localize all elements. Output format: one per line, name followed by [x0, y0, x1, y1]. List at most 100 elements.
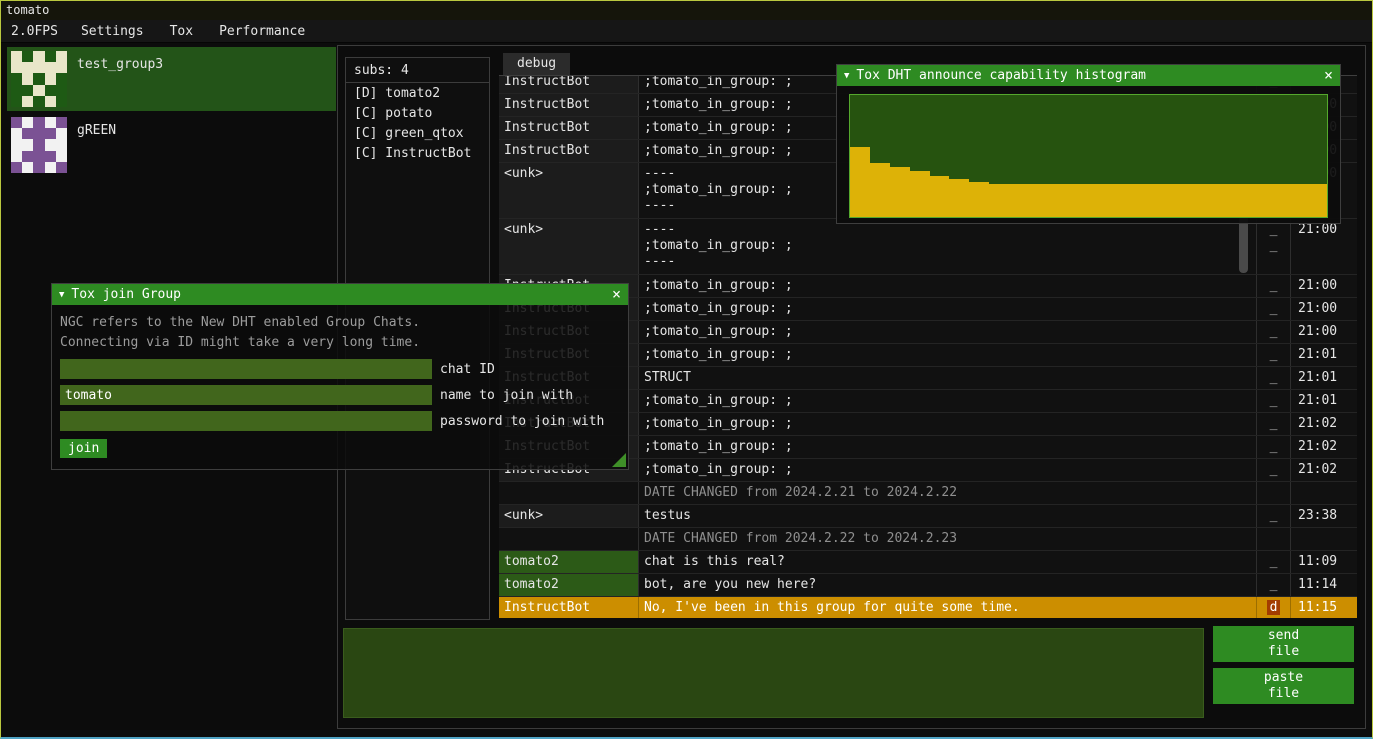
histogram-bar — [1089, 184, 1109, 217]
menu-item-performance[interactable]: Performance — [206, 20, 318, 42]
message-status: d — [1257, 597, 1291, 618]
group-name: gREEN — [77, 123, 116, 173]
group-item[interactable]: test_group3 — [7, 47, 336, 111]
close-icon[interactable]: × — [612, 284, 621, 305]
histogram-bar — [910, 171, 930, 217]
message-timestamp: 23:38 — [1291, 505, 1357, 527]
message-sender: tomato2 — [499, 551, 639, 573]
menu-item-settings[interactable]: Settings — [68, 20, 157, 42]
message-text: chat is this real? — [639, 551, 1257, 573]
message-status: _ _ — [1257, 413, 1291, 435]
histogram-bar — [1208, 184, 1228, 217]
message-status — [1257, 482, 1291, 504]
message-timestamp: 11:14 — [1291, 574, 1357, 596]
message-text: testus — [639, 505, 1257, 527]
ngc-info-line-2: Connecting via ID might take a very long… — [60, 333, 620, 353]
histogram-bar — [1029, 184, 1049, 217]
ngc-info-line-1: NGC refers to the New DHT enabled Group … — [60, 313, 620, 333]
histogram-bar — [930, 176, 950, 217]
message-sender: tomato2 — [499, 574, 639, 596]
message-timestamp: 21:02 — [1291, 436, 1357, 458]
message-text: STRUCT — [639, 367, 1257, 389]
delivery-indicator: d — [1267, 600, 1281, 615]
join-name-input[interactable] — [60, 385, 432, 405]
histogram-bar — [949, 179, 969, 217]
send-file-button[interactable]: send file — [1213, 626, 1354, 662]
message-sender: InstructBot — [499, 597, 639, 618]
histogram-bar — [1287, 184, 1307, 217]
chat-row[interactable]: tomato2chat is this real?_ _11:09 — [499, 551, 1357, 574]
subs-item[interactable]: [C] InstructBot — [346, 143, 489, 163]
histogram-bars — [850, 95, 1327, 217]
message-timestamp: 21:01 — [1291, 390, 1357, 412]
group-item[interactable]: gREEN — [7, 113, 336, 177]
histogram-window-titlebar[interactable]: ▼ Tox DHT announce capability histogram … — [837, 65, 1340, 86]
message-status: _ _ — [1257, 505, 1291, 527]
chat-row[interactable]: DATE CHANGED from 2024.2.22 to 2024.2.23 — [499, 528, 1357, 551]
message-timestamp — [1291, 528, 1357, 550]
message-status: _ _ — [1257, 459, 1291, 481]
histogram-bar — [1228, 184, 1248, 217]
histogram-bar — [1168, 184, 1188, 217]
subs-item[interactable]: [D] tomato2 — [346, 83, 489, 103]
window-titlebar: tomato — [1, 1, 1372, 20]
message-timestamp: 11:15 — [1291, 597, 1357, 618]
menu-item-tox[interactable]: Tox — [157, 20, 206, 42]
message-timestamp: 11:09 — [1291, 551, 1357, 573]
message-status: _ _ — [1257, 574, 1291, 596]
message-sender — [499, 482, 639, 504]
chat-id-input[interactable] — [60, 359, 432, 379]
message-timestamp: 21:02 — [1291, 413, 1357, 435]
histogram-window: ▼ Tox DHT announce capability histogram … — [836, 64, 1341, 224]
message-text: ;tomato_in_group: ; — [639, 298, 1257, 320]
join-button[interactable]: join — [60, 439, 107, 458]
message-sender: <unk> — [499, 219, 639, 274]
chat-row[interactable]: <unk>---- ;tomato_in_group: ; ----_ _21:… — [499, 219, 1357, 275]
message-text: ;tomato_in_group: ; — [639, 344, 1257, 366]
dht-histogram-plot[interactable] — [849, 94, 1328, 218]
collapse-icon[interactable]: ▼ — [844, 71, 849, 81]
histogram-bar — [870, 163, 890, 217]
histogram-bar — [989, 184, 1009, 217]
message-timestamp: 21:00 — [1291, 321, 1357, 343]
histogram-bar — [850, 147, 870, 217]
message-status: _ _ — [1257, 367, 1291, 389]
histogram-bar — [1188, 184, 1208, 217]
close-icon[interactable]: × — [1324, 65, 1333, 86]
message-timestamp — [1291, 482, 1357, 504]
message-status — [1257, 528, 1291, 550]
chat-row[interactable]: DATE CHANGED from 2024.2.21 to 2024.2.22 — [499, 482, 1357, 505]
message-text: ;tomato_in_group: ; — [639, 459, 1257, 481]
group-name: test_group3 — [77, 57, 163, 107]
message-text: No, I've been in this group for quite so… — [639, 597, 1257, 618]
menu-bar: 2.0FPS SettingsToxPerformance — [1, 20, 1372, 43]
message-sender: InstructBot — [499, 94, 639, 116]
chat-row[interactable]: tomato2bot, are you new here?_ _11:14 — [499, 574, 1357, 597]
message-text: ;tomato_in_group: ; — [639, 321, 1257, 343]
join-group-window: ▼ Tox join Group × NGC refers to the New… — [51, 283, 629, 470]
join-window-body: NGC refers to the New DHT enabled Group … — [52, 305, 628, 466]
paste-file-button[interactable]: paste file — [1213, 668, 1354, 704]
join-password-input[interactable] — [60, 411, 432, 431]
message-input[interactable] — [343, 628, 1204, 718]
message-sender — [499, 528, 639, 550]
chat-row[interactable]: <unk>testus_ _23:38 — [499, 505, 1357, 528]
collapse-icon[interactable]: ▼ — [59, 290, 64, 300]
fps-counter: 2.0FPS — [1, 20, 68, 42]
subs-item[interactable]: [C] green_qtox — [346, 123, 489, 143]
message-timestamp: 21:01 — [1291, 367, 1357, 389]
window-title: tomato — [6, 3, 49, 17]
subs-item[interactable]: [C] potato — [346, 103, 489, 123]
message-sender: InstructBot — [499, 117, 639, 139]
message-sender: <unk> — [499, 505, 639, 527]
group-avatar — [11, 51, 67, 107]
chat-row[interactable]: InstructBotNo, I've been in this group f… — [499, 597, 1357, 618]
join-window-titlebar[interactable]: ▼ Tox join Group × — [52, 284, 628, 305]
message-status: _ _ — [1257, 436, 1291, 458]
resize-grip[interactable] — [612, 453, 626, 467]
message-status: _ _ — [1257, 298, 1291, 320]
tab-debug[interactable]: debug — [503, 53, 570, 75]
message-text: ;tomato_in_group: ; — [639, 436, 1257, 458]
message-status: _ _ — [1257, 321, 1291, 343]
message-sender: InstructBot — [499, 140, 639, 162]
